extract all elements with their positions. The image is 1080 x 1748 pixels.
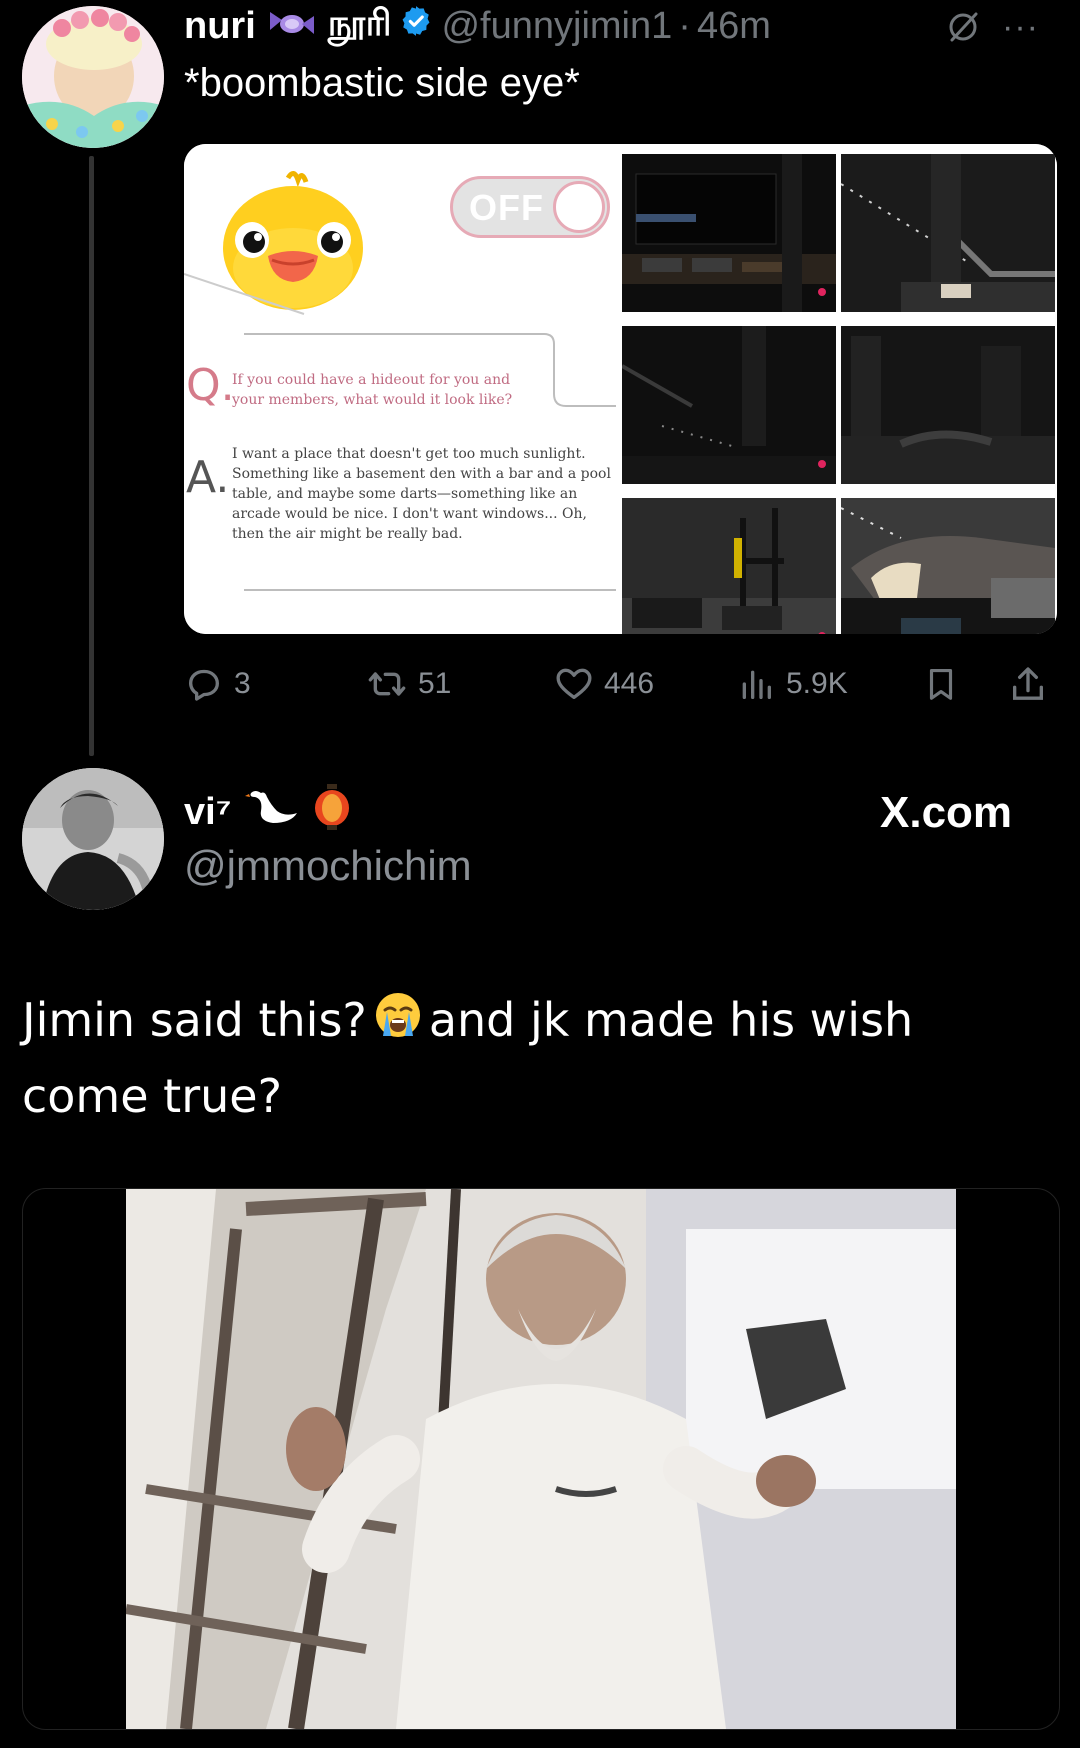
tweet1-handle[interactable]: @funnyjimin1 <box>441 5 672 48</box>
reply-button[interactable]: 3 <box>184 660 251 708</box>
tweet1-timestamp[interactable]: 46m <box>697 5 771 48</box>
tweet1-tamil-name: நூரி <box>327 3 392 44</box>
tweet1-media-grid[interactable]: OFF Q. If you could have a hideout for y… <box>184 144 1057 634</box>
magazine-page-image[interactable]: OFF Q. If you could have a hideout for y… <box>184 144 616 634</box>
like-count: 446 <box>604 667 655 700</box>
tweet1-header: nuri நூரி @funnyjimin1 · 46m <box>184 0 1064 52</box>
thread-connector-line <box>89 156 94 756</box>
avatar-vi7[interactable] <box>22 768 164 910</box>
screenshot-lounge <box>841 326 1055 484</box>
answer-text: I want a place that doesn't get too much… <box>232 446 611 542</box>
bookmark-button[interactable] <box>922 660 960 708</box>
views-button[interactable]: 5.9K <box>736 660 848 708</box>
answer-letter: A. <box>186 452 230 503</box>
avatar-image <box>22 768 164 910</box>
tweet1-text: *boombastic side eye* <box>184 61 580 105</box>
candy-emoji-icon <box>268 5 316 48</box>
more-options-icon[interactable]: ··· <box>1002 8 1039 47</box>
views-count: 5.9K <box>786 667 848 700</box>
tweet2-media-gif[interactable] <box>22 1188 1060 1730</box>
loudly-crying-face-emoji-icon <box>373 988 423 1060</box>
screenshots-collage[interactable] <box>622 144 1057 634</box>
avatar-nuri[interactable] <box>22 6 164 148</box>
bookmark-icon <box>929 668 953 700</box>
tweet2-handle[interactable]: @jmmochichim <box>184 842 472 890</box>
toggle-graphic: OFF <box>450 176 610 238</box>
tweet1-action-bar: 3 51 446 5.9K <box>184 660 1054 708</box>
gif-frame-old-man-dancing[interactable] <box>126 1189 956 1729</box>
question-text: If you could have a hideout for you and … <box>232 372 513 408</box>
views-chart-icon <box>742 670 771 699</box>
reply-count: 3 <box>234 667 251 700</box>
verified-badge-icon <box>399 4 433 48</box>
screenshot-sofa <box>841 498 1055 634</box>
screenshot-theater-room <box>622 154 836 312</box>
toggle-knob <box>553 181 605 233</box>
tweet2-text: Jimin said this? and jk made his wish co… <box>22 984 1042 1132</box>
x-com-watermark: X.com <box>880 788 1013 837</box>
avatar-image <box>22 6 164 148</box>
like-button[interactable]: 446 <box>554 660 654 708</box>
repost-count: 51 <box>418 667 452 700</box>
screenshot-gym <box>622 498 836 634</box>
swan-emoji-icon <box>245 787 301 837</box>
share-icon <box>1013 667 1043 700</box>
question-letter: Q. <box>186 360 235 411</box>
lantern-emoji-icon <box>313 784 351 840</box>
heart-icon <box>556 668 592 699</box>
screenshot-dark-hall <box>622 326 836 484</box>
gif-image <box>126 1189 956 1729</box>
grok-icon[interactable] <box>946 10 980 49</box>
tweet1-display-name[interactable]: nuri <box>184 5 256 48</box>
tweet2-name-row: vi⁷ <box>184 784 351 840</box>
tweet2-display-name[interactable]: vi⁷ <box>184 791 231 834</box>
repost-icon <box>368 672 406 696</box>
screenshot-staircase <box>841 154 1055 312</box>
toggle-label: OFF <box>469 187 544 228</box>
meta-separator: · <box>678 4 691 47</box>
tweet2-text-part1: Jimin said this? <box>22 993 367 1047</box>
reply-icon <box>189 669 219 701</box>
repost-button[interactable]: 51 <box>366 660 451 708</box>
share-button[interactable] <box>1008 660 1048 708</box>
